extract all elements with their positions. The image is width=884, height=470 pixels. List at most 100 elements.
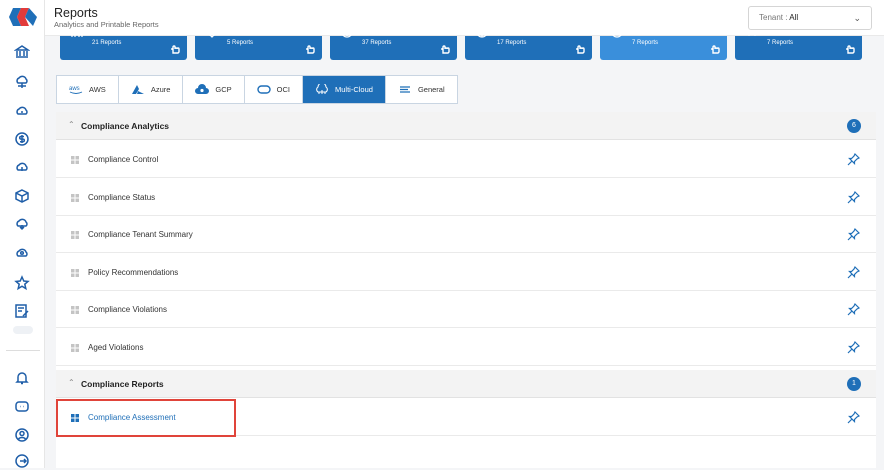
multicloud-icon: [316, 84, 328, 94]
page-title: Reports: [54, 6, 98, 20]
report-edit-icon[interactable]: [13, 302, 31, 320]
chevron-up-icon: ⌃: [68, 378, 75, 387]
hand-pointer-icon: [709, 42, 721, 54]
hand-pointer-icon: [169, 42, 181, 54]
group-compliance-analytics[interactable]: ⌃ Compliance Analytics 6: [56, 112, 876, 140]
rail-divider: [6, 350, 40, 351]
category-icon: [70, 31, 84, 43]
report-row[interactable]: Compliance Violations: [56, 291, 876, 328]
report-row[interactable]: Aged Violations: [56, 329, 876, 366]
tab-aws[interactable]: aws AWS: [57, 76, 119, 103]
cloud-sync-icon[interactable]: [13, 102, 31, 120]
tab-oci[interactable]: OCI: [245, 76, 304, 103]
group-label: Compliance Analytics: [81, 121, 170, 131]
report-row[interactable]: Compliance Tenant Summary: [56, 216, 876, 253]
pin-icon[interactable]: [847, 265, 861, 279]
grid-icon: [71, 156, 79, 164]
tab-gcp[interactable]: GCP: [183, 76, 245, 103]
chat-icon[interactable]: [13, 398, 31, 416]
report-name[interactable]: Compliance Control: [88, 155, 158, 164]
cloud-download-icon[interactable]: [13, 215, 31, 233]
report-category-cards: 21 Reports 5 Reports 37 Reports 17 Repor…: [60, 31, 880, 61]
tab-label: OCI: [276, 85, 291, 94]
category-card[interactable]: 37 Reports: [330, 31, 457, 60]
tab-label: General: [417, 85, 445, 94]
grid-icon: [71, 269, 79, 277]
hand-pointer-icon: [574, 42, 586, 54]
general-icon: [399, 86, 410, 93]
count-badge: 1: [847, 377, 861, 391]
group-label: Compliance Reports: [81, 379, 164, 389]
count-badge: 6: [847, 119, 861, 133]
app-logo[interactable]: [9, 8, 37, 26]
gcp-icon: [195, 84, 210, 94]
category-card[interactable]: 5 Reports: [195, 31, 322, 60]
report-name[interactable]: Compliance Status: [88, 193, 155, 202]
hand-pointer-icon: [439, 42, 451, 54]
tab-label: GCP: [215, 85, 232, 94]
category-icon: [610, 31, 624, 43]
report-name[interactable]: Compliance Tenant Summary: [88, 230, 193, 239]
category-card[interactable]: 7 Reports: [735, 31, 862, 60]
category-icon: [340, 31, 354, 43]
group-compliance-reports[interactable]: ⌃ Compliance Reports 1: [56, 370, 876, 398]
pin-icon[interactable]: [847, 227, 861, 241]
cloud-user-icon[interactable]: [13, 244, 31, 262]
svg-text:aws: aws: [69, 86, 80, 92]
category-icon: [205, 31, 219, 43]
category-card[interactable]: 7 Reports: [600, 31, 727, 60]
tenant-select[interactable]: Tenant : All ⌄: [748, 6, 872, 30]
tenant-label: Tenant :: [759, 13, 790, 22]
left-nav-rail: [0, 0, 45, 468]
report-row[interactable]: Policy Recommendations: [56, 254, 876, 291]
category-card[interactable]: 21 Reports: [60, 33, 187, 60]
card-count: 37 Reports: [362, 40, 392, 46]
cloud-provider-tabs: aws AWS Azure GCP OCI Multi-Cloud Genera…: [56, 75, 458, 104]
azure-icon: [131, 85, 144, 94]
pin-icon[interactable]: [847, 410, 861, 424]
card-count: 7 Reports: [767, 40, 794, 46]
hand-pointer-icon: [304, 42, 316, 54]
grid-icon: [71, 194, 79, 202]
card-count: 21 Reports: [92, 40, 122, 46]
report-name[interactable]: Aged Violations: [88, 343, 143, 352]
bell-icon[interactable]: [13, 369, 31, 387]
pin-icon[interactable]: [847, 340, 861, 354]
report-row[interactable]: Compliance Control: [56, 141, 876, 178]
highlight-annotation: [56, 399, 236, 437]
chevron-up-icon: ⌃: [68, 120, 75, 129]
page-subtitle: Analytics and Printable Reports: [54, 20, 159, 29]
aws-icon: aws: [69, 86, 83, 94]
user-profile-icon[interactable]: [13, 426, 31, 444]
tab-azure[interactable]: Azure: [119, 76, 184, 103]
grid-icon: [71, 306, 79, 314]
card-count: 17 Reports: [497, 40, 527, 46]
star-icon[interactable]: [13, 274, 31, 292]
category-card[interactable]: 17 Reports: [465, 31, 592, 60]
pin-icon[interactable]: [847, 302, 861, 316]
hand-pointer-icon: [844, 42, 856, 54]
tenant-value: All: [789, 13, 799, 22]
pin-icon[interactable]: [847, 152, 861, 166]
scroll-indicator: [13, 326, 33, 334]
category-icon: [475, 31, 489, 43]
logout-icon[interactable]: [13, 452, 31, 470]
tab-label: Azure: [150, 85, 171, 94]
category-icon: [745, 31, 759, 43]
report-name[interactable]: Compliance Violations: [88, 305, 167, 314]
card-count: 5 Reports: [227, 40, 254, 46]
grid-icon: [71, 231, 79, 239]
cost-dollar-icon[interactable]: [13, 130, 31, 148]
card-count: 7 Reports: [632, 40, 659, 46]
report-row[interactable]: Compliance Status: [56, 179, 876, 216]
chevron-down-icon: ⌄: [853, 13, 861, 23]
cube-icon[interactable]: [13, 187, 31, 205]
pin-icon[interactable]: [847, 190, 861, 204]
cloud-network-icon[interactable]: [13, 73, 31, 91]
tab-multi-cloud[interactable]: Multi-Cloud: [303, 76, 386, 103]
tab-general[interactable]: General: [386, 76, 457, 103]
report-name[interactable]: Policy Recommendations: [88, 268, 178, 277]
grid-icon: [71, 344, 79, 352]
cloud-upload-icon[interactable]: [13, 158, 31, 176]
bank-icon[interactable]: [13, 43, 31, 61]
